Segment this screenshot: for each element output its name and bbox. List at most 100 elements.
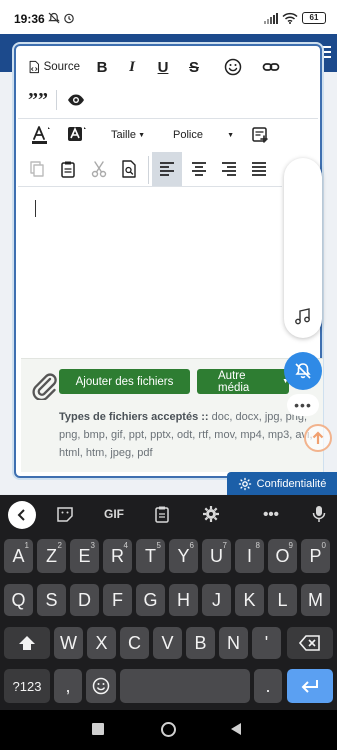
notification-bell-button[interactable] xyxy=(284,352,322,390)
key-t[interactable]: T5 xyxy=(136,539,165,573)
add-files-button[interactable]: Ajouter des fichiers xyxy=(59,369,190,394)
find-button[interactable] xyxy=(120,158,138,180)
key-number-hint: 9 xyxy=(288,541,293,550)
key-j[interactable]: J xyxy=(202,584,231,616)
italic-button[interactable]: I xyxy=(122,56,142,78)
voice-input-button[interactable] xyxy=(305,500,333,528)
key-n[interactable]: N xyxy=(219,627,248,659)
more-options-button[interactable]: ••• xyxy=(287,394,319,416)
key-number-hint: 1 xyxy=(24,541,29,550)
cut-button[interactable] xyxy=(90,158,108,180)
smiley-icon xyxy=(224,58,242,76)
align-left-button[interactable] xyxy=(152,152,182,186)
enter-key[interactable] xyxy=(287,669,333,703)
period-key[interactable]: . xyxy=(254,669,282,703)
gif-button[interactable]: GIF xyxy=(99,500,129,528)
underline-button[interactable]: U xyxy=(153,56,173,78)
key-label: X xyxy=(95,632,108,653)
accepted-types-label: Types de fichiers acceptés :: xyxy=(59,411,209,423)
justify-button[interactable] xyxy=(248,158,270,180)
key-s[interactable]: S xyxy=(37,584,66,616)
key-o[interactable]: O9 xyxy=(268,539,297,573)
key-c[interactable]: C xyxy=(120,627,149,659)
key-label: F xyxy=(112,589,123,610)
align-center-button[interactable] xyxy=(188,158,210,180)
key-label: R xyxy=(111,545,124,566)
key-label: G xyxy=(143,589,158,610)
keyboard-more-button[interactable]: ••• xyxy=(257,500,285,528)
align-right-button[interactable] xyxy=(218,158,240,180)
key-q[interactable]: Q xyxy=(4,584,33,616)
key-g[interactable]: G xyxy=(136,584,165,616)
key-r[interactable]: R4 xyxy=(103,539,132,573)
sticker-button[interactable] xyxy=(51,500,79,528)
copy-button[interactable] xyxy=(28,158,46,180)
recents-button[interactable] xyxy=(92,723,104,735)
key-apostrophe[interactable]: ' xyxy=(252,627,281,659)
key-u[interactable]: U7 xyxy=(202,539,231,573)
background-color-button[interactable] xyxy=(64,124,90,146)
key-f[interactable]: F xyxy=(103,584,132,616)
other-media-button[interactable]: Autre média ▼ xyxy=(197,369,289,394)
emoji-key[interactable] xyxy=(86,669,116,703)
key-label: L xyxy=(277,589,288,610)
key-w[interactable]: W xyxy=(54,627,83,659)
key-a[interactable]: A1 xyxy=(4,539,33,573)
emoji-button[interactable] xyxy=(222,56,244,78)
key-x[interactable]: X xyxy=(87,627,116,659)
font-family-select[interactable]: Police ▼ xyxy=(168,126,234,144)
source-button[interactable]: Source xyxy=(28,56,80,78)
keyboard-settings-button[interactable] xyxy=(197,500,225,528)
key-label: A xyxy=(12,545,25,566)
mute-notifications-icon xyxy=(48,12,60,24)
key-i[interactable]: I8 xyxy=(235,539,264,573)
key-d[interactable]: D xyxy=(70,584,99,616)
symbols-key[interactable]: ?123 xyxy=(4,669,50,703)
key-m[interactable]: M xyxy=(301,584,330,616)
toolbar-divider xyxy=(18,186,282,187)
key-label: V xyxy=(161,632,174,653)
status-time: 19:36 xyxy=(14,12,45,26)
key-p[interactable]: P0 xyxy=(301,539,330,573)
comma-key[interactable]: , xyxy=(54,669,82,703)
alarm-icon xyxy=(64,13,74,24)
toolbar-divider xyxy=(18,118,318,119)
paperclip-icon xyxy=(32,373,57,400)
shift-key[interactable] xyxy=(4,627,50,659)
find-in-document-icon xyxy=(122,160,136,178)
key-h[interactable]: H xyxy=(169,584,198,616)
bold-button[interactable]: B xyxy=(92,56,112,78)
key-label: W xyxy=(60,632,77,653)
back-button[interactable] xyxy=(230,722,242,736)
key-label: Z xyxy=(46,545,57,566)
music-note-icon[interactable] xyxy=(294,308,312,326)
editor-content-area[interactable] xyxy=(18,188,282,356)
key-l[interactable]: L xyxy=(268,584,297,616)
insert-template-button[interactable] xyxy=(249,124,271,146)
clipboard-button[interactable] xyxy=(148,500,176,528)
scroll-to-top-button[interactable] xyxy=(304,424,332,452)
key-v[interactable]: V xyxy=(153,627,182,659)
keyboard-back-button[interactable] xyxy=(8,501,36,529)
key-b[interactable]: B xyxy=(186,627,215,659)
blockquote-button[interactable]: ”” xyxy=(28,89,48,111)
key-y[interactable]: Y6 xyxy=(169,539,198,573)
space-key[interactable] xyxy=(120,669,250,703)
key-z[interactable]: Z2 xyxy=(37,539,66,573)
home-button[interactable] xyxy=(161,722,176,737)
text-cursor xyxy=(35,200,36,217)
align-justify-icon xyxy=(252,162,266,176)
font-size-select[interactable]: Taille ▼ xyxy=(108,126,148,144)
backspace-key[interactable] xyxy=(287,627,333,659)
key-label: ' xyxy=(264,632,269,653)
key-label: U xyxy=(210,545,223,566)
text-color-button[interactable] xyxy=(28,124,54,146)
preview-button[interactable] xyxy=(65,89,87,111)
key-k[interactable]: K xyxy=(235,584,264,616)
paste-button[interactable] xyxy=(59,158,77,180)
strikethrough-button[interactable]: S xyxy=(184,56,204,78)
key-label: I xyxy=(246,545,252,566)
link-button[interactable] xyxy=(260,56,282,78)
privacy-button[interactable]: Confidentialité xyxy=(227,472,337,496)
key-e[interactable]: E3 xyxy=(70,539,99,573)
